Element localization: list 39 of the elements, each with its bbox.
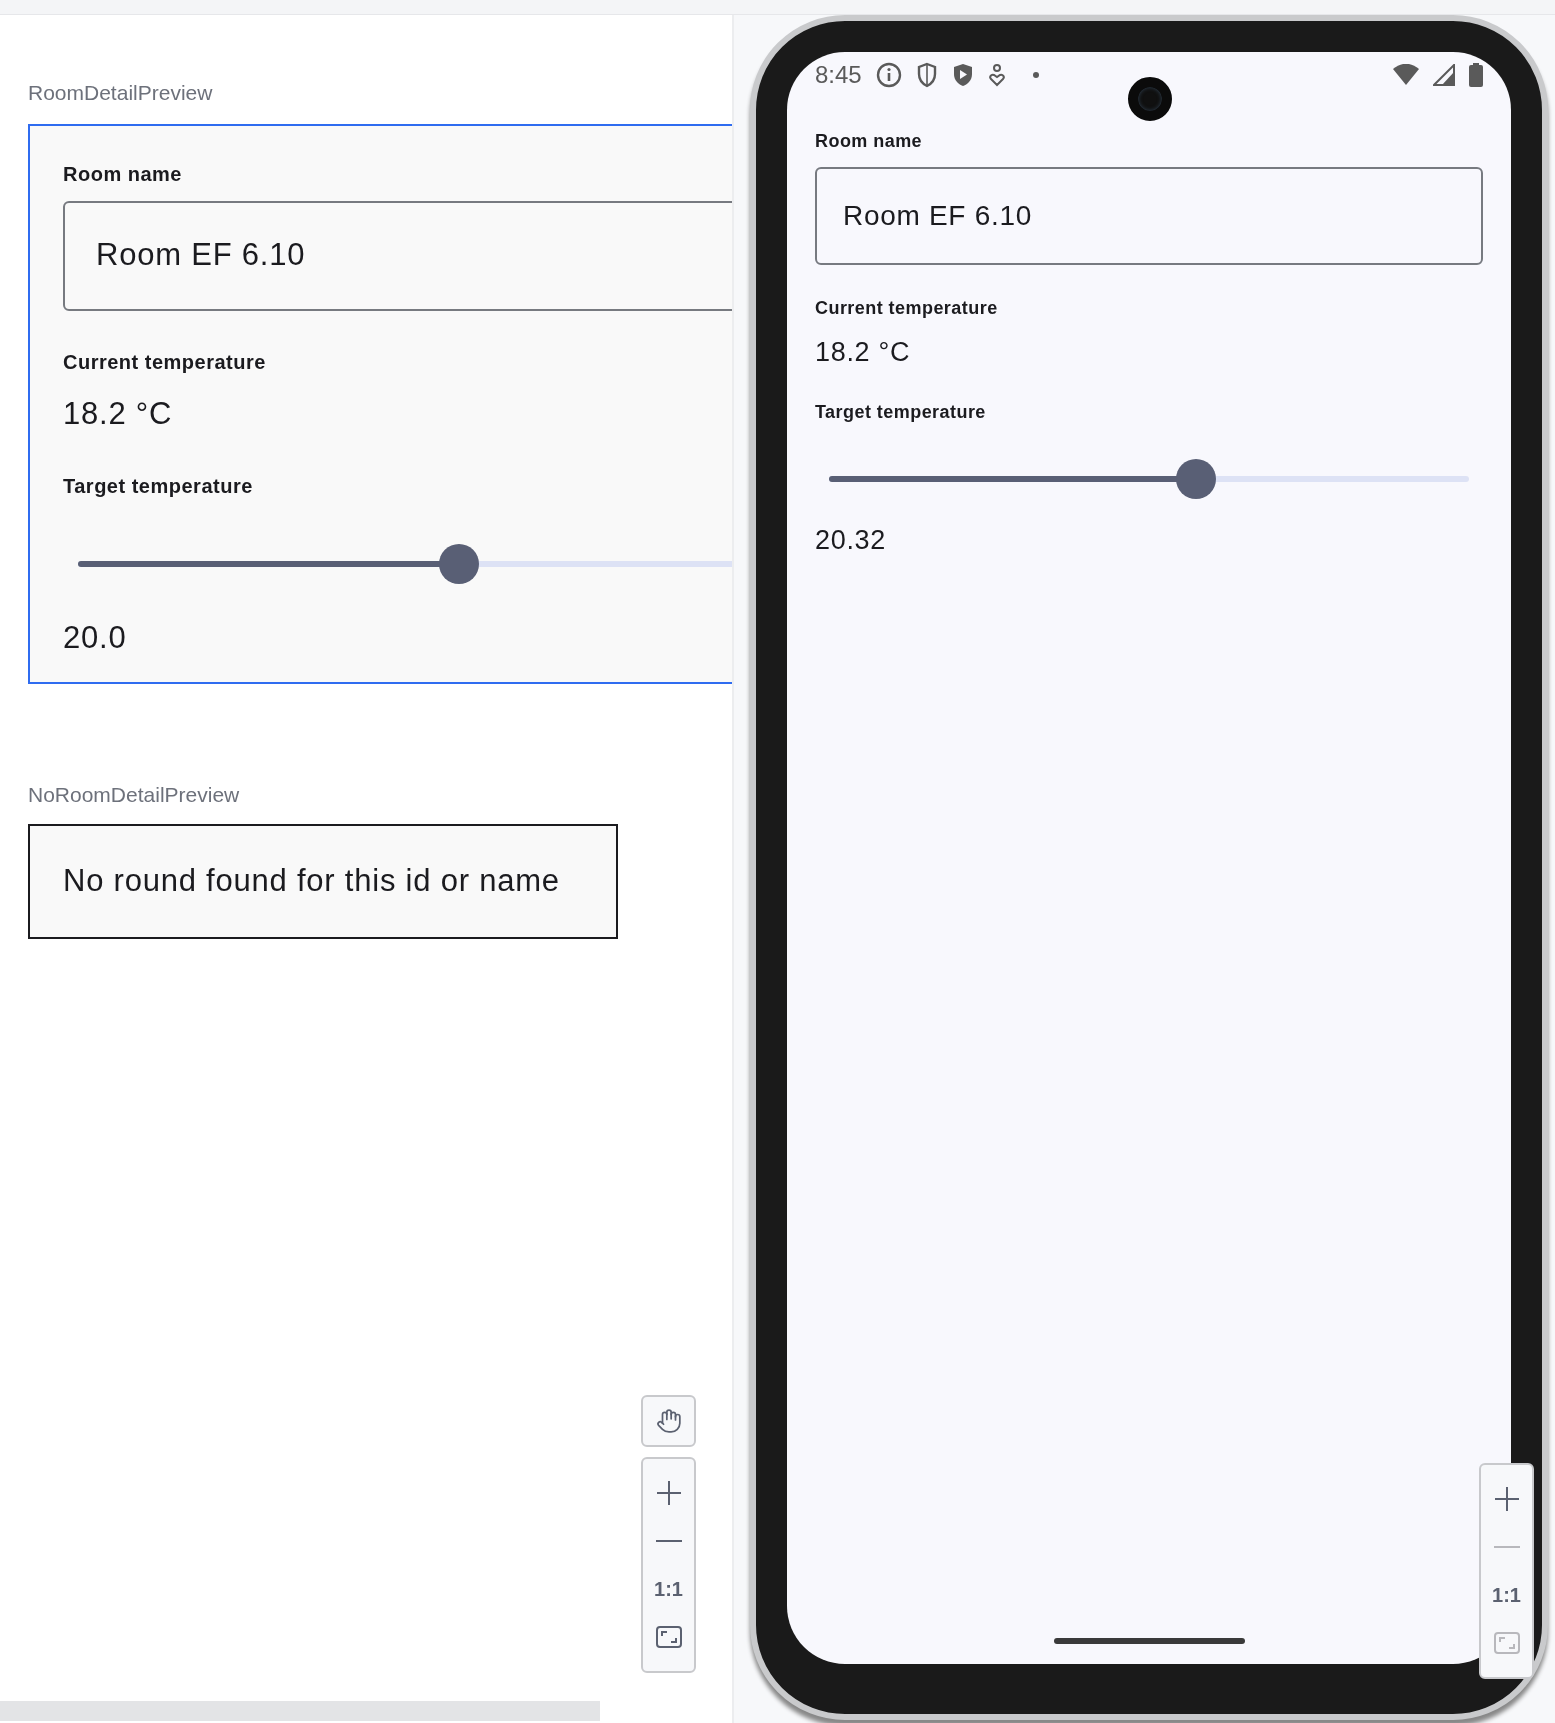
target-temperature-value: 20.0 <box>63 619 128 657</box>
preview-card[interactable]: Room name Room EF 6.10 Current temperature 18.2 °C Target temperature 20.0 <box>28 123 732 684</box>
current-temperature-label: Current temperature <box>63 349 267 375</box>
info-icon <box>875 62 902 88</box>
cell-signal-icon <box>1433 64 1455 86</box>
not-found-message: No round found for this id or name <box>63 862 560 901</box>
camera-icon <box>1128 77 1172 121</box>
shield-icon <box>915 62 938 88</box>
slider-thumb[interactable] <box>1176 458 1217 499</box>
current-temperature-label: Current temperature <box>815 297 999 320</box>
status-time: 8:45 <box>815 60 862 90</box>
current-temperature-value: 18.2 °C <box>63 394 174 433</box>
fit-screen-icon <box>655 1626 682 1648</box>
preview-title: RoomDetailPreview <box>28 80 214 106</box>
field-label: Room name <box>63 161 183 187</box>
battery-icon <box>1469 63 1483 87</box>
target-temperature-label: Target temperature <box>63 474 254 499</box>
zoom-in-icon <box>1493 1486 1520 1512</box>
person-heart-icon <box>987 63 1006 87</box>
room-name-field[interactable]: Room EF 6.10 <box>815 167 1483 265</box>
fit-screen-icon <box>1493 1632 1520 1654</box>
room-name-field[interactable]: Room EF 6.10 <box>63 200 732 311</box>
current-temperature-value: 18.2 °C <box>815 336 912 369</box>
preview-card[interactable]: No round found for this id or name <box>28 824 618 939</box>
slider-thumb[interactable] <box>438 544 479 584</box>
zoom-out-icon <box>1493 1545 1520 1549</box>
shield-play-icon <box>951 62 974 88</box>
field-label: Room name <box>815 130 924 153</box>
zoom-out-icon <box>655 1539 682 1543</box>
preview-title: NoRoomDetailPreview <box>28 781 241 808</box>
actual-size-button[interactable]: 1:1 <box>643 1565 694 1613</box>
horizontal-scrollbar[interactable] <box>0 1701 600 1721</box>
hand-icon <box>655 1408 682 1434</box>
target-temperature-value: 20.32 <box>815 523 887 557</box>
target-temperature-label: Target temperature <box>815 400 987 424</box>
actual-size-button[interactable]: 1:1 <box>1481 1571 1532 1619</box>
zoom-in-icon <box>655 1480 682 1506</box>
wifi-icon <box>1393 64 1419 86</box>
dot-icon <box>1031 71 1040 79</box>
